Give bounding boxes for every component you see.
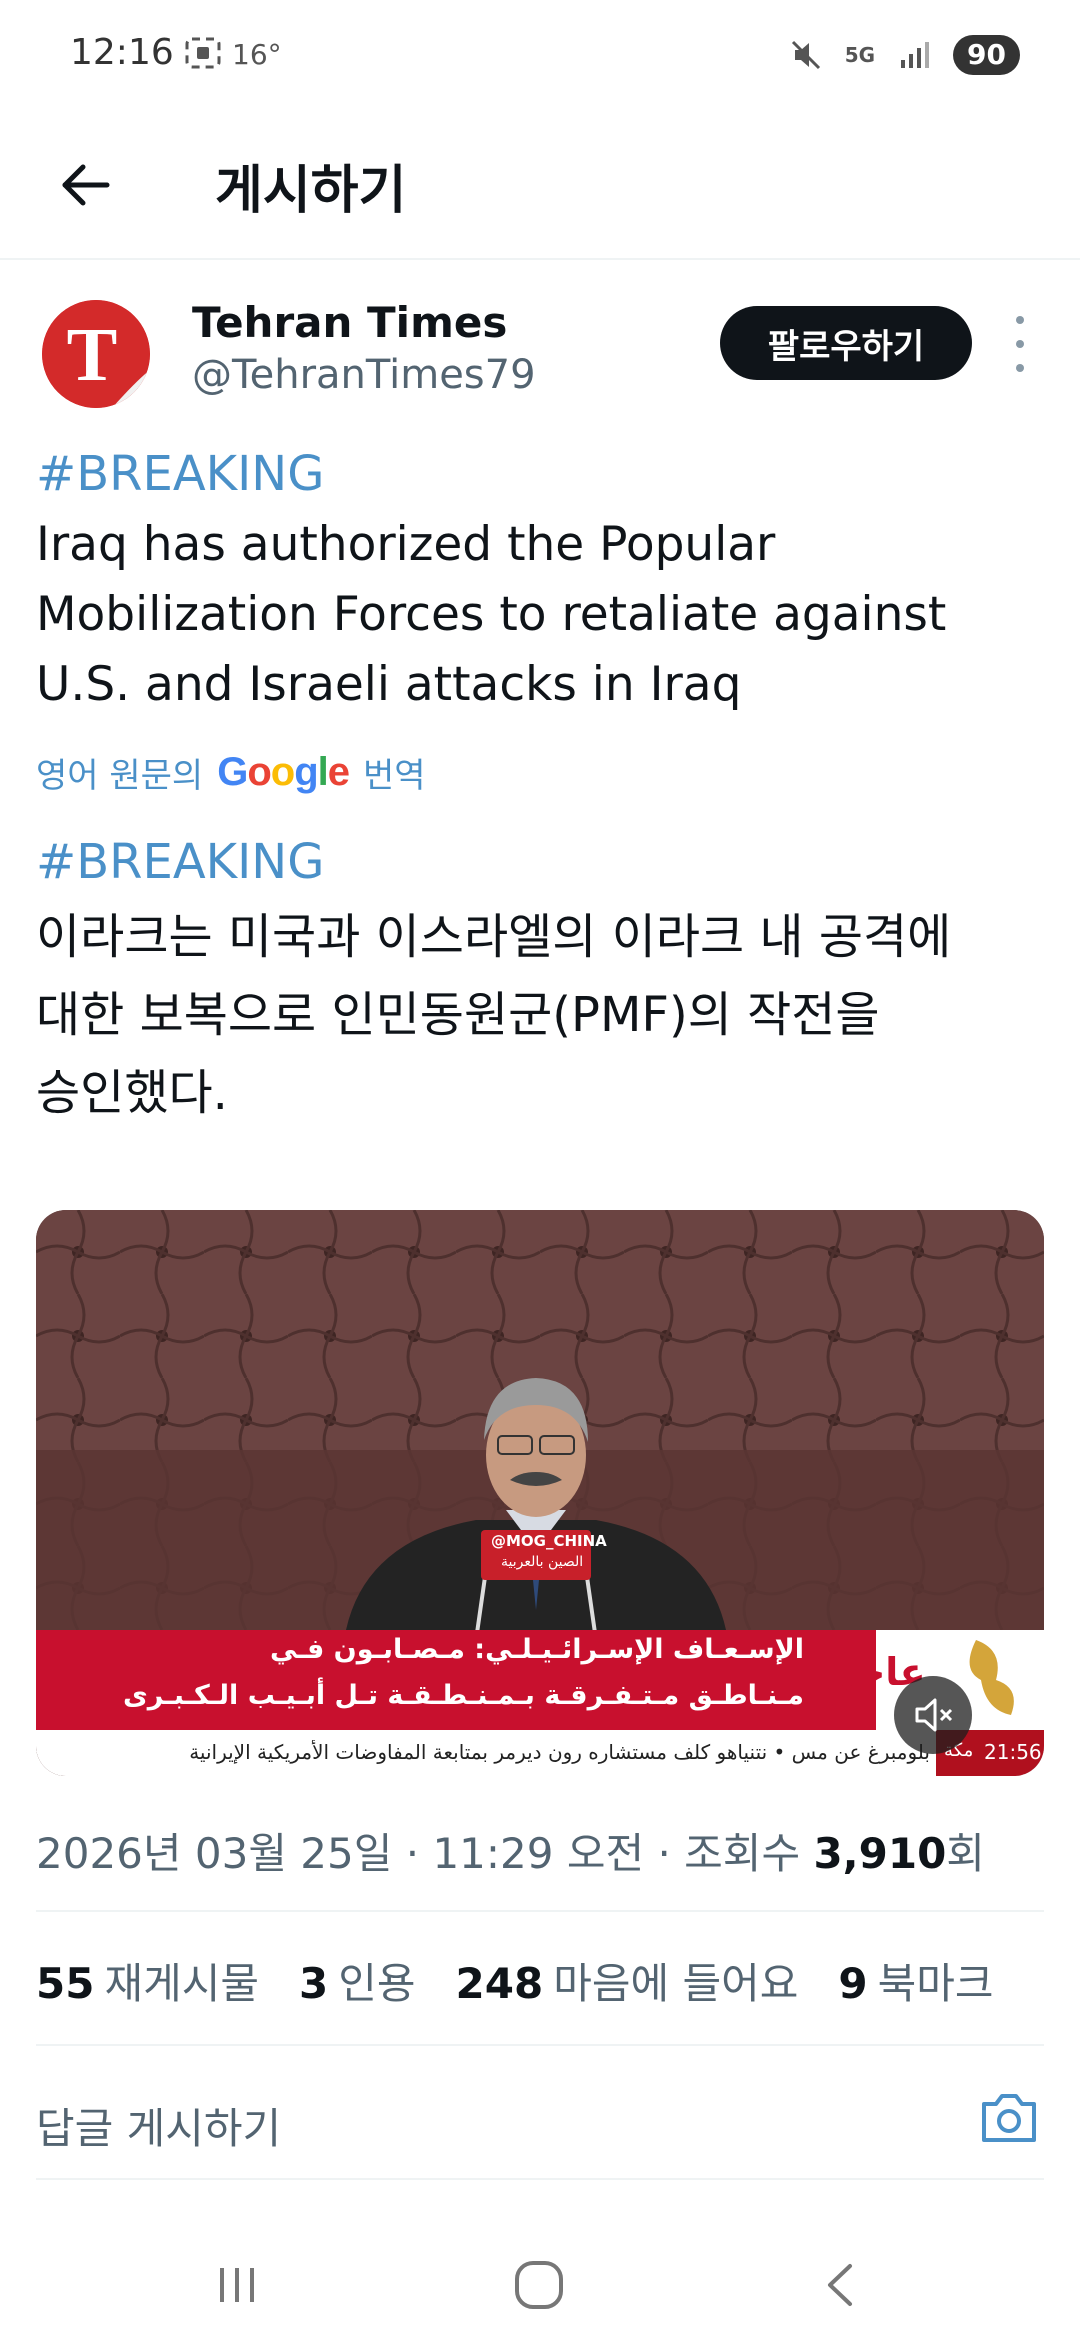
system-nav-bar [0, 2220, 1080, 2340]
divider [36, 2178, 1044, 2180]
google-logo: Google [217, 750, 350, 794]
status-right-icons: 5G 90 [789, 30, 1020, 80]
post-text-line: Mobilization Forces to retaliate against [36, 587, 947, 642]
translation-attribution: 영어 원문의 Google 번역 [36, 748, 426, 797]
system-back-button[interactable] [806, 2250, 876, 2320]
stat-count: 3 [299, 1959, 329, 2008]
post-text-line: Iraq has authorized the Popular [36, 517, 776, 572]
stat-likes[interactable]: 248 마음에 들어요 [456, 1950, 799, 2011]
reply-input[interactable]: 답글 게시하기 [36, 2095, 281, 2156]
hashtag-link[interactable]: #BREAKING [36, 834, 324, 890]
chevron-left-icon [828, 2264, 852, 2306]
camera-icon[interactable] [978, 2090, 1040, 2146]
svg-text:T: T [67, 313, 118, 397]
author-name[interactable]: Tehran Times [192, 298, 507, 347]
stat-count: 55 [36, 1959, 95, 2008]
stat-count: 248 [455, 1959, 544, 2008]
view-count: 3,910 [813, 1829, 947, 1878]
stat-label: 인용 [338, 1959, 416, 2008]
video-player[interactable]: @MOG_CHINA الصين بالعربية عاجل الإسـعـاف… [36, 1210, 1044, 1776]
post-date: 2026년 03월 25일 · 11:29 오전 · 조회수 [36, 1829, 814, 1878]
post-text: Iraq has authorized the Popular Mobiliza… [36, 510, 1046, 720]
follow-button[interactable]: 팔로우하기 [720, 306, 972, 380]
author-handle[interactable]: @TehranTimes79 [192, 352, 536, 398]
recent-apps-button[interactable] [202, 2250, 272, 2320]
stat-quotes[interactable]: 3 인용 [299, 1950, 416, 2011]
hashtag-link[interactable]: #BREAKING [36, 446, 324, 502]
divider [36, 1910, 1044, 1912]
video-mute-button[interactable] [894, 1676, 972, 1754]
top-header: 게시하기 [0, 110, 1080, 260]
recent-apps-icon [220, 2268, 254, 2302]
home-button[interactable] [504, 2250, 574, 2320]
status-bar: 12:16 16° 5G 90 [0, 0, 1080, 110]
speaker-muted-icon [915, 1698, 953, 1732]
headline-line-2: مـنـاطـق مـتـفـرقـة بـمـنـطـقـة تـل أبـي… [122, 1680, 804, 1711]
ticker-time: 21:56 [984, 1740, 1042, 1764]
5g-icon: 5G [844, 43, 876, 67]
divider [36, 2044, 1044, 2046]
mic-label-2: الصين بالعربية [501, 1554, 584, 1570]
translated-text-line: 대한 보복으로 인민동원군(PMF)의 작전을 [36, 987, 880, 1043]
headline-line-1: الإسـعـاف الإسـرائـيـلـي: مـصـابـون فـي [270, 1634, 804, 1665]
translated-text-line: 승인했다. [36, 1065, 228, 1121]
battery-icon: 90 [953, 35, 1020, 75]
translate-prefix: 영어 원문의 [36, 756, 204, 796]
signal-icon [901, 42, 930, 68]
more-options-icon[interactable] [1000, 316, 1040, 372]
translated-text: 이라크는 미국과 이스라엘의 이라크 내 공격에 대한 보복으로 인민동원군(P… [36, 898, 1046, 1132]
status-time: 12:16 [70, 32, 174, 73]
post-text-line: U.S. and Israeli attacks in Iraq [36, 657, 742, 712]
translate-suffix: 번역 [363, 756, 426, 796]
screenshot-icon [185, 37, 221, 69]
engagement-stats: 55 재게시물 3 인용 248 마음에 들어요 9 북마크 [36, 1950, 994, 2011]
back-button[interactable] [50, 150, 120, 220]
home-icon [515, 2261, 563, 2309]
stat-label: 재게시물 [104, 1959, 260, 2008]
mute-icon [791, 40, 820, 70]
post-meta: 2026년 03월 25일 · 11:29 오전 · 조회수 3,910회 [36, 1820, 985, 1881]
stat-label: 마음에 들어요 [553, 1959, 799, 2008]
avatar[interactable]: T [42, 300, 150, 408]
mic-label-1: @MOG_CHINA [491, 1532, 607, 1550]
stat-label: 북마크 [877, 1959, 994, 2008]
tehran-times-logo: T [42, 300, 150, 408]
translated-text-line: 이라크는 미국과 이스라엘의 이라크 내 공격에 [36, 909, 952, 965]
stat-bookmarks[interactable]: 9 북마크 [838, 1950, 993, 2011]
status-temperature: 16° [232, 38, 282, 71]
stat-reposts[interactable]: 55 재게시물 [36, 1950, 259, 2011]
ticker-text: بلومبرغ عن مس • نتنياهو كلف مستشاره رون … [189, 1740, 930, 1764]
arrow-left-icon [62, 164, 110, 206]
stat-count: 9 [838, 1959, 868, 2008]
page-title: 게시하기 [215, 161, 407, 221]
view-suffix: 회 [946, 1829, 985, 1878]
